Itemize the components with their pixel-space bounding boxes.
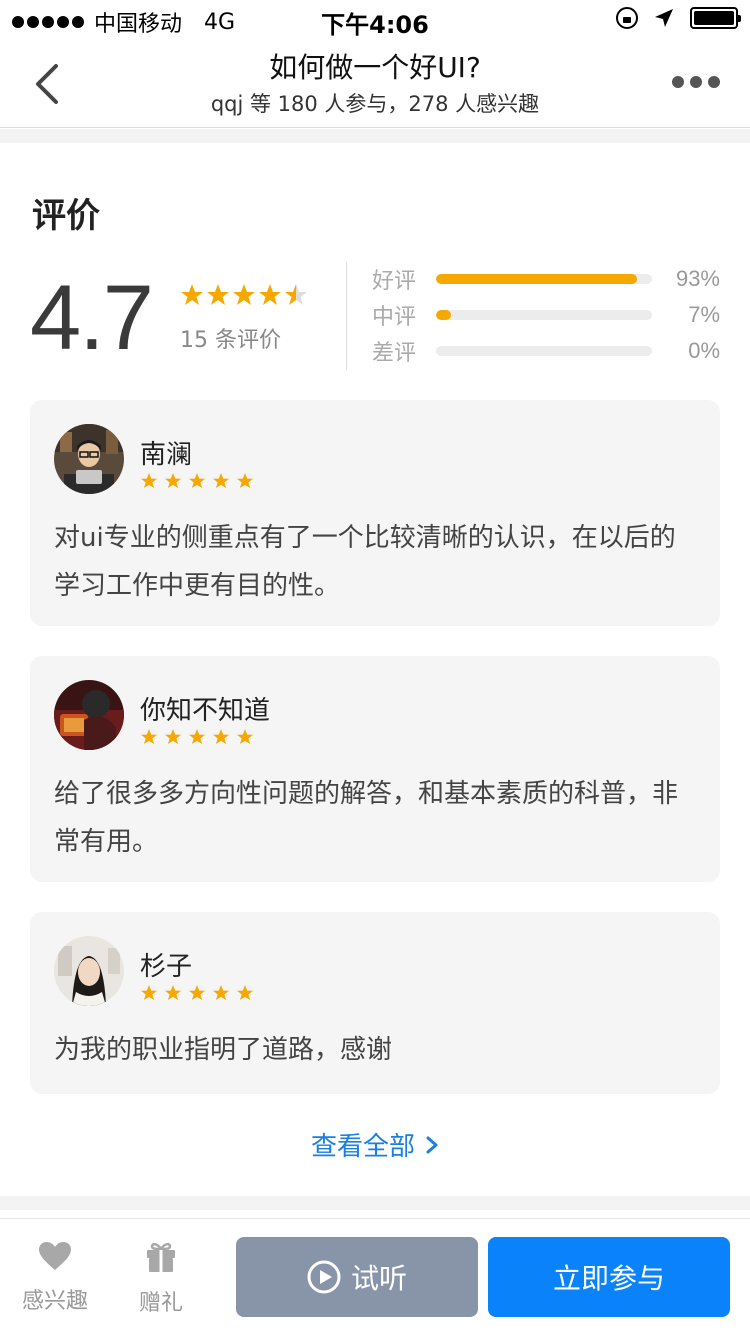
heart-icon	[39, 1242, 71, 1270]
average-rating-score: 4.7	[30, 267, 154, 369]
more-options-icon[interactable]	[672, 76, 720, 88]
average-rating-stars	[180, 282, 308, 312]
status-bar: 中国移动 4G 下午4:06	[0, 0, 750, 40]
play-icon	[307, 1260, 341, 1294]
gift-icon	[147, 1242, 175, 1272]
gift-label: 赠礼	[138, 1291, 183, 1316]
distribution-percent: 0%	[688, 338, 720, 363]
gift-button[interactable]: 赠礼	[116, 1241, 206, 1317]
avatar[interactable]	[54, 424, 124, 494]
distribution-label: 中评	[372, 305, 417, 330]
page-title: 如何做一个好UI?	[269, 51, 481, 84]
distribution-label: 差评	[372, 341, 417, 366]
trial-listen-button[interactable]: 试听	[236, 1237, 478, 1317]
reviewer-name: 杉子	[140, 952, 193, 982]
status-right	[616, 7, 741, 29]
nav-bar: 如何做一个好UI? qqj 等 180 人参与，278 人感兴趣	[0, 40, 750, 128]
trial-listen-label: 试听	[350, 1262, 407, 1295]
distribution-percent: 93%	[675, 266, 720, 291]
view-all-reviews-link[interactable]: 查看全部	[0, 1126, 750, 1163]
location-icon	[655, 9, 673, 27]
review-text: 给了很多多方向性问题的解答，和基本素质的科普，非常有用。	[54, 779, 679, 857]
page-subtitle: qqj 等 180 人参与，278 人感兴趣	[210, 92, 540, 116]
chevron-right-icon	[425, 1132, 439, 1162]
reviewer-rating-stars	[140, 728, 258, 750]
distribution-bar	[436, 274, 652, 284]
interest-label: 感兴趣	[21, 1289, 88, 1314]
reviews-section-title: 评价	[32, 196, 100, 236]
review-card: 南澜 对ui专业的侧重点有了一个比较清晰的认识，在以后的学习工作中更有目的性。	[30, 400, 720, 626]
join-now-label: 立即参与	[552, 1262, 665, 1295]
rating-distribution-good: 好评 93%	[372, 263, 720, 295]
join-now-button[interactable]: 立即参与	[488, 1237, 730, 1317]
section-separator	[0, 1196, 750, 1210]
section-separator	[0, 129, 750, 143]
reviewer-name: 南澜	[140, 440, 193, 470]
distribution-bar	[436, 310, 652, 320]
view-all-label: 查看全部	[310, 1132, 415, 1162]
interest-button[interactable]: 感兴趣	[10, 1241, 100, 1315]
review-text: 对ui专业的侧重点有了一个比较清晰的认识，在以后的学习工作中更有目的性。	[54, 523, 676, 601]
battery-icon	[690, 7, 741, 29]
rating-divider	[346, 262, 347, 370]
bottom-action-bar: 感兴趣 赠礼 试听 立即参与	[0, 1218, 750, 1334]
review-card: 你知不知道 给了很多多方向性问题的解答，和基本素质的科普，非常有用。	[30, 656, 720, 882]
review-text: 为我的职业指明了道路，感谢	[54, 1035, 393, 1065]
distribution-percent: 7%	[688, 302, 720, 327]
distribution-label: 好评	[372, 269, 417, 294]
avatar[interactable]	[54, 936, 124, 1006]
distribution-bar	[436, 346, 652, 356]
reviewer-rating-stars	[140, 472, 258, 494]
avatar[interactable]	[54, 680, 124, 750]
rating-distribution-bad: 差评 0%	[372, 335, 720, 367]
reviewer-rating-stars	[140, 984, 258, 1006]
orientation-lock-icon	[616, 7, 638, 29]
rating-distribution-medium: 中评 7%	[372, 299, 720, 331]
review-count: 15 条评价	[180, 328, 281, 353]
review-card: 杉子 为我的职业指明了道路，感谢	[30, 912, 720, 1094]
reviewer-name: 你知不知道	[140, 696, 271, 726]
